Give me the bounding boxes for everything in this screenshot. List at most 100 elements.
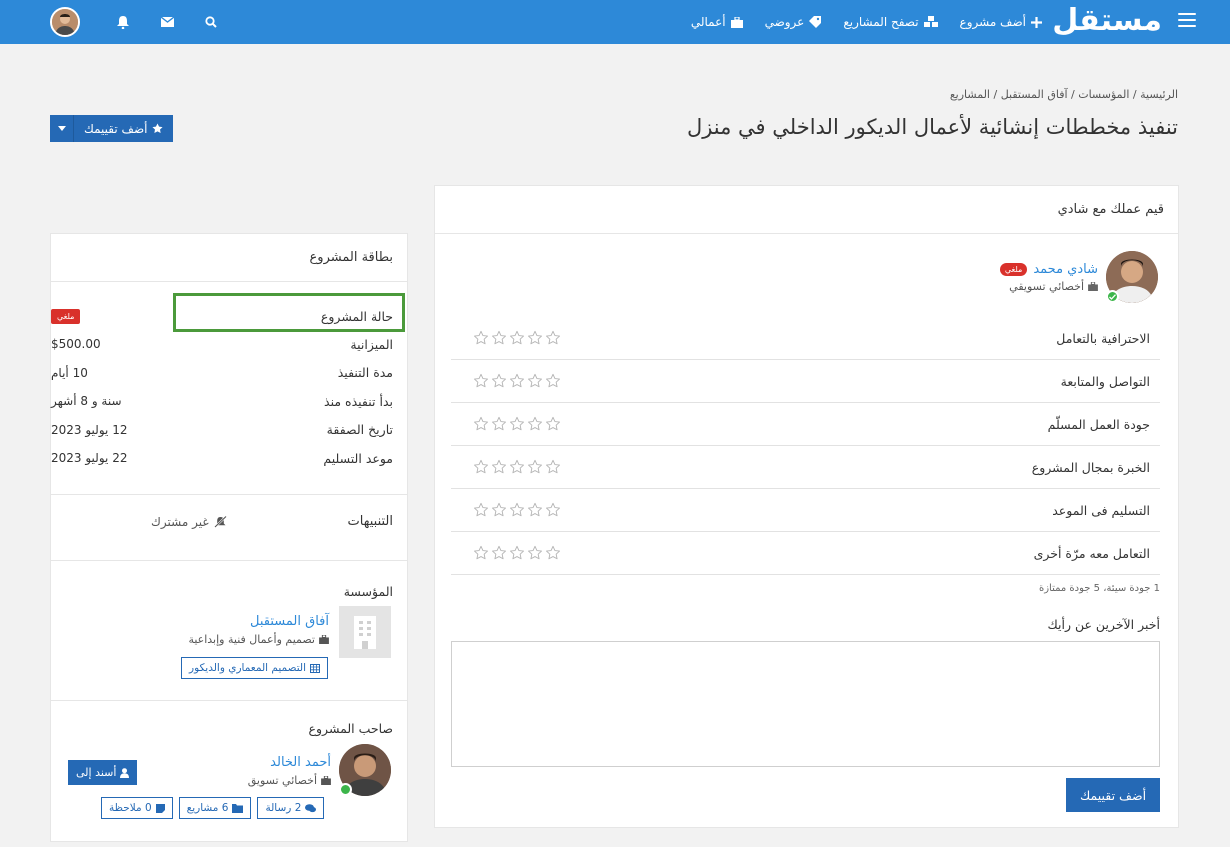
star-outline-icon[interactable] — [527, 545, 543, 561]
owner-role: أخصائي تسويق — [248, 774, 331, 787]
star-outline-icon[interactable] — [491, 502, 507, 518]
projects-button[interactable]: 6 مشاريع — [178, 797, 252, 819]
project-info-label: مدة التنفيذ — [337, 365, 393, 381]
breadcrumb-home[interactable]: الرئيسية — [1140, 88, 1178, 101]
owner-stats-buttons: 0 ملاحظة 6 مشاريع 2 رسالة — [101, 797, 325, 819]
star-outline-icon[interactable] — [527, 330, 543, 346]
submit-rating-button[interactable]: أضف تقييمك — [1066, 778, 1160, 812]
project-info-list: الميزانية $500.00 مدة التنفيذ 10 أيام بدأ تن… — [51, 330, 407, 473]
rating-criterion-row: التواصل والمتابعة — [451, 360, 1160, 403]
star-outline-icon[interactable] — [473, 502, 489, 518]
star-icon — [152, 123, 164, 134]
organization-name[interactable]: آفاق المستقبل — [250, 614, 329, 629]
star-outline-icon[interactable] — [473, 416, 489, 432]
messages-button[interactable]: 2 رسالة — [257, 797, 325, 819]
tag-icon — [809, 16, 822, 28]
star-outline-icon[interactable] — [473, 459, 489, 475]
star-outline-icon[interactable] — [527, 502, 543, 518]
nav-my-bids[interactable]: عروضي — [765, 15, 822, 29]
project-info-value: 12 يوليو 2023 — [51, 422, 128, 437]
star-outline-icon[interactable] — [509, 416, 525, 432]
rating-criterion-label: جودة العمل المسلّم — [1047, 416, 1150, 432]
comments-icon — [305, 803, 317, 813]
freelancer-role: أخصائي تسويقي — [1000, 280, 1098, 293]
star-outline-icon[interactable] — [509, 545, 525, 561]
star-rating-input[interactable] — [473, 416, 561, 432]
rating-criterion-label: الخبرة بمجال المشروع — [1031, 459, 1150, 475]
project-info-label: الميزانية — [350, 336, 393, 352]
add-rating-dropdown[interactable]: أضف تقييمك — [50, 115, 174, 142]
star-rating-input[interactable] — [473, 373, 561, 389]
rating-criterion-row: التسليم فى الموعد — [451, 489, 1160, 532]
caret-down-icon[interactable] — [50, 115, 74, 142]
star-outline-icon[interactable] — [491, 330, 507, 346]
star-outline-icon[interactable] — [473, 373, 489, 389]
menu-icon[interactable] — [1178, 13, 1196, 27]
star-outline-icon[interactable] — [509, 373, 525, 389]
star-outline-icon[interactable] — [545, 459, 561, 475]
freelancer-status-badge: ملغي — [999, 262, 1028, 276]
site-logo[interactable]: مستقل — [1052, 2, 1163, 40]
star-outline-icon[interactable] — [527, 459, 543, 475]
comment-textarea[interactable] — [451, 641, 1160, 767]
table-icon — [310, 663, 321, 673]
star-outline-icon[interactable] — [491, 373, 507, 389]
star-outline-icon[interactable] — [545, 545, 561, 561]
organization-logo[interactable] — [339, 606, 391, 658]
rating-panel-title: قيم عملك مع شادي — [435, 186, 1178, 234]
star-outline-icon[interactable] — [545, 502, 561, 518]
star-rating-input[interactable] — [473, 330, 561, 346]
breadcrumb-org[interactable]: آفاق المستقبل — [1001, 88, 1068, 101]
owner-section-title: صاحب المشروع — [308, 721, 393, 736]
briefcase-icon — [319, 635, 329, 644]
bell-icon[interactable] — [116, 15, 130, 29]
project-card: بطاقة المشروع حالة المشروع ملغي الميزاني… — [50, 233, 408, 842]
nav-my-works[interactable]: أعمالي — [691, 15, 743, 29]
rating-criteria: الاحترافية بالتعامل التواصل والمتابعة جودة… — [451, 317, 1160, 575]
notes-button[interactable]: 0 ملاحظة — [101, 797, 173, 819]
rating-criterion-row: الخبرة بمجال المشروع — [451, 446, 1160, 489]
envelope-icon[interactable] — [160, 15, 174, 29]
breadcrumb-projects[interactable]: المشاريع — [950, 88, 990, 101]
add-rating-button[interactable]: أضف تقييمك — [74, 115, 174, 142]
online-status-icon — [339, 783, 352, 796]
star-outline-icon[interactable] — [545, 373, 561, 389]
star-outline-icon[interactable] — [509, 330, 525, 346]
star-outline-icon[interactable] — [509, 502, 525, 518]
nav-links: أضف مشروع تصفح المشاريع عروضي أعمالي — [691, 0, 1042, 44]
freelancer-name[interactable]: شادي محمد — [1033, 262, 1098, 277]
user-icon — [120, 767, 130, 778]
plus-icon — [1031, 16, 1042, 28]
organization-category-button[interactable]: التصميم المعماري والديكور — [181, 657, 329, 679]
star-outline-icon[interactable] — [545, 330, 561, 346]
user-avatar[interactable] — [50, 7, 80, 37]
star-rating-input[interactable] — [473, 459, 561, 475]
briefcase-icon — [1088, 281, 1098, 291]
rating-scale-hint: 1 جودة سيئة، 5 جودة ممتازة — [1038, 583, 1160, 594]
freelancer-avatar[interactable] — [1106, 251, 1158, 303]
breadcrumb-orgs[interactable]: المؤسسات — [1078, 88, 1129, 101]
star-outline-icon[interactable] — [473, 330, 489, 346]
nav-user-tools — [50, 0, 248, 44]
star-outline-icon[interactable] — [527, 416, 543, 432]
star-rating-input[interactable] — [473, 502, 561, 518]
star-outline-icon[interactable] — [509, 459, 525, 475]
assign-to-button[interactable]: أسند إلى — [68, 760, 138, 785]
search-icon[interactable] — [204, 15, 218, 29]
project-info-row: الميزانية $500.00 — [51, 330, 407, 359]
star-outline-icon[interactable] — [545, 416, 561, 432]
nav-add-project[interactable]: أضف مشروع — [960, 15, 1042, 29]
rating-criterion-row: الاحترافية بالتعامل — [451, 317, 1160, 360]
star-outline-icon[interactable] — [491, 416, 507, 432]
star-outline-icon[interactable] — [491, 459, 507, 475]
owner-avatar[interactable] — [339, 744, 391, 796]
alerts-label: التنبيهات — [347, 514, 393, 529]
star-outline-icon[interactable] — [527, 373, 543, 389]
alerts-toggle[interactable]: غير مشترك — [151, 515, 227, 529]
nav-browse-projects[interactable]: تصفح المشاريع — [843, 15, 938, 29]
owner-name[interactable]: أحمد الخالد — [248, 755, 331, 770]
star-outline-icon[interactable] — [473, 545, 489, 561]
star-rating-input[interactable] — [473, 545, 561, 561]
star-outline-icon[interactable] — [491, 545, 507, 561]
project-info-row: موعد التسليم 22 يوليو 2023 — [51, 444, 407, 473]
